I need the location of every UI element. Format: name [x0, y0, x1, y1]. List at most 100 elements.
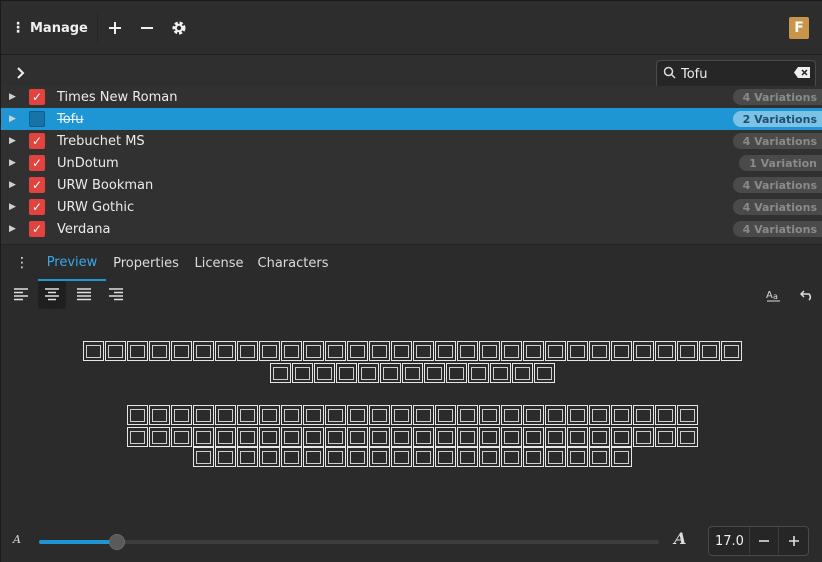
- plus-icon: [109, 22, 121, 34]
- increase-size-button[interactable]: [778, 527, 808, 555]
- tofu-glyph: [104, 341, 126, 361]
- font-size-slider[interactable]: [39, 534, 659, 550]
- tofu-glyph: [445, 363, 467, 383]
- font-list-row[interactable]: ▶ Tofu 2 Variations: [1, 108, 822, 130]
- tofu-glyph: [82, 341, 104, 361]
- remove-font-button[interactable]: [135, 15, 159, 41]
- large-font-size-icon: A: [674, 529, 687, 548]
- add-font-button[interactable]: [103, 15, 127, 41]
- font-enabled-checkbox[interactable]: ✓: [29, 221, 45, 237]
- expand-row-arrow-icon[interactable]: ▶: [9, 136, 19, 146]
- tab-license[interactable]: License: [191, 245, 247, 281]
- svg-text:A: A: [766, 290, 773, 301]
- font-family-name: Times New Roman: [57, 89, 178, 105]
- tofu-glyph: [720, 341, 742, 361]
- font-list-row[interactable]: ▶ ✓ Verdana 4 Variations: [1, 218, 822, 240]
- header-bar: ⋮ Manage F: [1, 1, 822, 55]
- tofu-glyph: [192, 341, 214, 361]
- tofu-glyph: [214, 427, 236, 447]
- expand-row-arrow-icon[interactable]: ▶: [9, 224, 19, 234]
- plus-icon: [788, 536, 799, 546]
- tofu-glyph: [368, 405, 390, 425]
- tofu-glyph: [654, 341, 676, 361]
- expand-row-arrow-icon[interactable]: ▶: [9, 158, 19, 168]
- font-list-row[interactable]: ▶ ✓ Times New Roman 4 Variations: [1, 86, 822, 108]
- expand-row-arrow-icon[interactable]: ▶: [9, 92, 19, 102]
- font-list-row[interactable]: ▶ ✓ URW Bookman 4 Variations: [1, 174, 822, 196]
- tofu-glyph: [412, 341, 434, 361]
- tofu-glyph: [676, 341, 698, 361]
- tofu-glyph: [478, 447, 500, 467]
- slider-handle[interactable]: [108, 534, 125, 550]
- tofu-glyph: [170, 341, 192, 361]
- tofu-glyph: [478, 341, 500, 361]
- align-left-button[interactable]: [7, 281, 35, 309]
- expand-all-chevron-icon[interactable]: [11, 63, 31, 83]
- tofu-glyph: [192, 405, 214, 425]
- variations-count-badge: 2 Variations: [732, 111, 822, 127]
- tofu-glyph: [544, 405, 566, 425]
- tofu-glyph: [236, 341, 258, 361]
- font-list-row[interactable]: ▶ ✓ URW Gothic 4 Variations: [1, 196, 822, 218]
- tofu-glyph: [390, 405, 412, 425]
- decrease-size-button[interactable]: [748, 527, 779, 555]
- tofu-glyph: [291, 363, 313, 383]
- align-justify-button[interactable]: [70, 281, 98, 309]
- tofu-glyph: [192, 427, 214, 447]
- tofu-glyph: [566, 405, 588, 425]
- font-enabled-checkbox[interactable]: ✓: [29, 199, 45, 215]
- tofu-glyph: [390, 427, 412, 447]
- font-list: ▶ ✓ Times New Roman 4 Variations ▶ Tofu 2 Vari…: [1, 86, 822, 244]
- font-family-name: URW Bookman: [57, 177, 154, 193]
- font-enabled-checkbox[interactable]: ✓: [29, 133, 45, 149]
- font-list-row[interactable]: ▶ ✓ Trebuchet MS 4 Variations: [1, 130, 822, 152]
- tofu-glyph: [214, 341, 236, 361]
- header-separator: [97, 13, 98, 43]
- preview-area: [1, 309, 822, 521]
- align-center-button[interactable]: [38, 281, 66, 309]
- tofu-glyph: [280, 405, 302, 425]
- text-case-icon[interactable]: Aa: [763, 285, 785, 305]
- align-right-button[interactable]: [102, 281, 130, 309]
- tab-properties[interactable]: Properties: [109, 245, 183, 281]
- search-input[interactable]: [681, 66, 789, 82]
- tofu-glyph: [368, 427, 390, 447]
- expand-row-arrow-icon[interactable]: ▶: [9, 114, 19, 124]
- variations-count-badge: 4 Variations: [732, 89, 822, 105]
- font-enabled-checkbox[interactable]: [29, 111, 45, 127]
- tofu-glyph: [522, 427, 544, 447]
- font-enabled-checkbox[interactable]: ✓: [29, 155, 45, 171]
- clear-search-icon[interactable]: [789, 66, 815, 82]
- tofu-glyph: [280, 447, 302, 467]
- tofu-glyph: [511, 363, 533, 383]
- tab-menu-dots-icon[interactable]: ⋮: [15, 255, 29, 271]
- manage-menu-button[interactable]: ⋮ Manage: [11, 15, 91, 41]
- tofu-glyph: [610, 427, 632, 447]
- reset-undo-icon[interactable]: [796, 285, 818, 305]
- tofu-glyph: [588, 427, 610, 447]
- tofu-glyph: [478, 405, 500, 425]
- tofu-glyph: [258, 341, 280, 361]
- tofu-glyph: [533, 363, 555, 383]
- settings-button[interactable]: [167, 15, 191, 41]
- font-list-row[interactable]: ▶ ✓ UnDotum 1 Variation: [1, 152, 822, 174]
- tofu-glyph: [412, 405, 434, 425]
- expand-row-arrow-icon[interactable]: ▶: [9, 180, 19, 190]
- font-enabled-checkbox[interactable]: ✓: [29, 177, 45, 193]
- tofu-glyph: [500, 447, 522, 467]
- small-font-size-icon: A: [13, 533, 21, 546]
- tofu-glyph: [346, 427, 368, 447]
- tab-characters[interactable]: Characters: [255, 245, 331, 281]
- tofu-glyph: [170, 427, 192, 447]
- font-family-name: Tofu: [57, 111, 84, 127]
- font-enabled-checkbox[interactable]: ✓: [29, 89, 45, 105]
- preview-text-line: [1, 405, 822, 425]
- tofu-glyph: [214, 447, 236, 467]
- tab-preview[interactable]: Preview: [38, 245, 106, 281]
- minus-icon: [141, 27, 153, 29]
- svg-text:a: a: [773, 292, 778, 301]
- expand-row-arrow-icon[interactable]: ▶: [9, 202, 19, 212]
- tofu-glyph: [236, 427, 258, 447]
- tofu-glyph: [324, 447, 346, 467]
- font-size-value[interactable]: 17.0: [709, 534, 749, 549]
